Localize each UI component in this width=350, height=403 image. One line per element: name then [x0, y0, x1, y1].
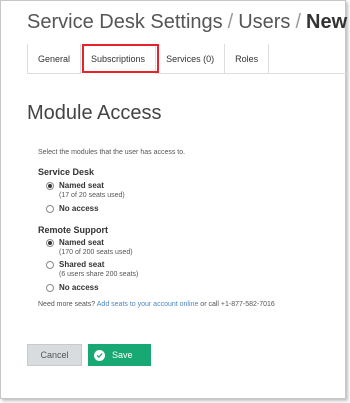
service-desk-no-access-option[interactable]: No access: [46, 204, 99, 214]
option-subtext: (6 users share 200 seats): [59, 271, 139, 278]
tab-roles[interactable]: Roles: [225, 44, 270, 74]
option-label: No access: [59, 204, 99, 213]
page-title: Service Desk Settings / Users / New: [27, 11, 347, 34]
option-label: Named seat: [59, 181, 104, 190]
need-more-seats-text: Need more seats? Add seats to your accou…: [38, 301, 275, 308]
remote-support-no-access-option[interactable]: No access: [46, 283, 99, 293]
title-service-desk-settings[interactable]: Service Desk Settings: [27, 11, 223, 33]
title-users[interactable]: Users: [238, 11, 290, 33]
remote-support-group-title: Remote Support: [38, 225, 109, 235]
radio-unchecked-icon[interactable]: [46, 261, 54, 269]
save-label: Save: [112, 350, 133, 360]
option-label: No access: [59, 283, 99, 292]
tab-general[interactable]: General: [27, 44, 82, 74]
settings-window: Service Desk Settings / Users / New General …: [0, 0, 347, 399]
tab-subscriptions[interactable]: Subscriptions: [81, 44, 157, 74]
title-new: New: [306, 11, 348, 33]
radio-checked-icon[interactable]: [46, 182, 54, 190]
remote-support-shared-seat-option[interactable]: Shared seat (6 users share 200 seats): [46, 260, 138, 279]
option-subtext: (170 of 200 seats used): [59, 249, 133, 256]
breadcrumb-separator: /: [295, 11, 301, 33]
option-label: Shared seat: [59, 260, 105, 269]
save-button[interactable]: Save: [88, 344, 151, 366]
cancel-button[interactable]: Cancel: [27, 344, 82, 366]
remote-support-named-seat-option[interactable]: Named seat (170 of 200 seats used): [46, 238, 133, 257]
radio-unchecked-icon[interactable]: [46, 205, 54, 213]
service-desk-named-seat-option[interactable]: Named seat (17 of 20 seats used): [46, 181, 125, 200]
breadcrumb-separator: /: [227, 11, 234, 33]
radio-unchecked-icon[interactable]: [46, 284, 54, 292]
option-label: Named seat: [59, 238, 104, 247]
tab-bar: General Subscriptions Services (0) Roles: [27, 44, 347, 74]
need-more-prefix: Need more seats?: [38, 301, 96, 308]
check-circle-icon: [94, 349, 105, 361]
radio-checked-icon[interactable]: [46, 239, 54, 247]
tab-services[interactable]: Services (0): [156, 44, 226, 74]
service-desk-group-title: Service Desk: [38, 167, 95, 177]
intro-text: Select the modules that the user has acc…: [38, 149, 186, 156]
add-seats-link[interactable]: Add seats to your account online: [97, 301, 199, 308]
option-subtext: (17 of 20 seats used): [59, 192, 125, 199]
need-more-suffix: or call +1-877-582-7016: [200, 301, 275, 308]
section-heading: Module Access: [27, 102, 162, 124]
